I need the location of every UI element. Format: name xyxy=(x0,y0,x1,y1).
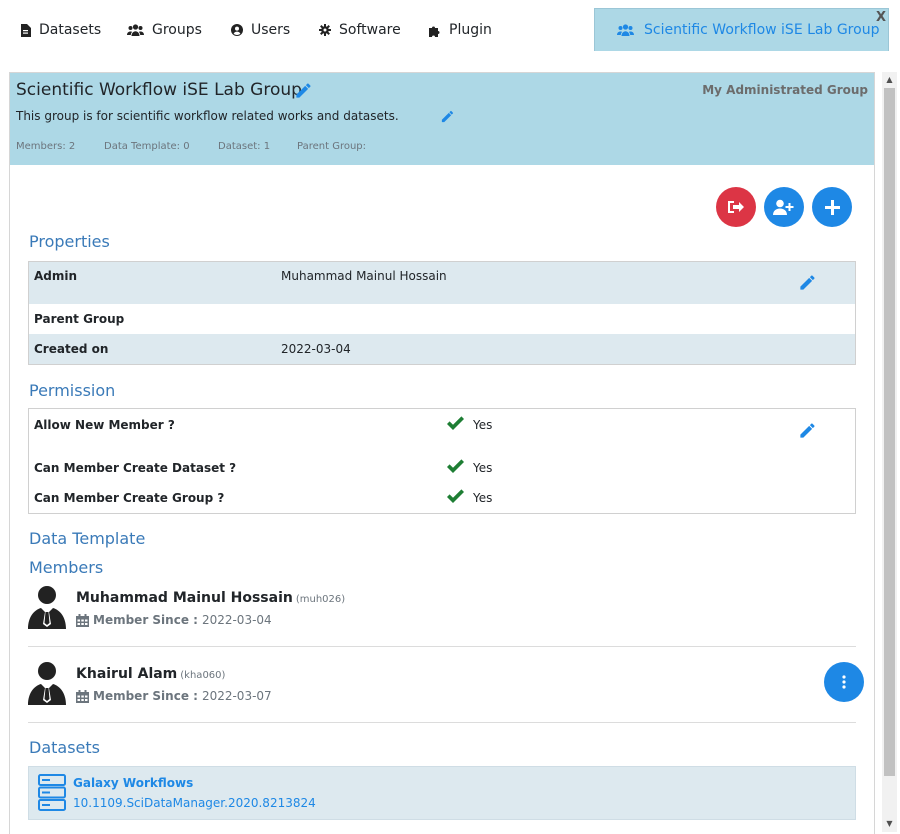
group-description: This group is for scientific workflow re… xyxy=(16,109,399,123)
stat-parent-group: Parent Group: xyxy=(297,141,367,152)
group-header: Scientific Workflow iSE Lab Group This g… xyxy=(10,73,874,165)
puzzle-icon xyxy=(429,26,440,37)
add-member-button[interactable] xyxy=(764,187,804,227)
permission-value: Yes xyxy=(473,461,493,475)
nav-label: Software xyxy=(339,22,401,38)
property-label: Created on xyxy=(34,342,109,356)
member-since-date: 2022-03-04 xyxy=(201,613,272,627)
tab-label: Scientific Workflow iSE Lab Group xyxy=(644,22,880,38)
user-plus-icon xyxy=(773,199,794,215)
pencil-icon[interactable] xyxy=(798,273,817,292)
nav-item-datasets[interactable]: Datasets xyxy=(20,20,101,40)
users-icon xyxy=(127,24,144,36)
add-button[interactable] xyxy=(812,187,852,227)
pencil-icon[interactable] xyxy=(440,109,455,124)
datasets-heading: Datasets xyxy=(29,738,100,757)
members-heading: Members xyxy=(29,558,104,577)
check-icon xyxy=(447,489,464,503)
stat-members: Members: 2 xyxy=(16,141,76,152)
ellipsis-vertical-icon xyxy=(842,675,846,689)
member-name: Khairul Alam (kha060) xyxy=(76,666,225,682)
member-username: (kha060) xyxy=(180,670,226,681)
group-title: Scientific Workflow iSE Lab Group xyxy=(16,80,302,100)
gear-icon xyxy=(319,24,331,36)
scrollbar-thumb[interactable] xyxy=(884,88,895,776)
pencil-icon[interactable] xyxy=(798,421,817,440)
table-row: Parent Group xyxy=(29,304,855,334)
table-row: Admin Muhammad Mainul Hossain xyxy=(29,262,855,304)
top-nav: Datasets Groups Users Software Plugin Sc… xyxy=(0,0,900,58)
sign-out-icon xyxy=(728,201,744,213)
dataset-title-link[interactable]: Galaxy Workflows xyxy=(73,776,193,790)
calendar-icon xyxy=(76,613,89,627)
nav-label: Users xyxy=(251,22,291,38)
property-value: Muhammad Mainul Hossain xyxy=(281,269,447,283)
member-name-text: Khairul Alam xyxy=(76,666,178,682)
database-icon xyxy=(38,774,66,811)
nav-item-groups[interactable]: Groups xyxy=(127,20,202,40)
file-icon xyxy=(21,23,31,37)
permission-value: Yes xyxy=(473,418,493,432)
member-since: Member Since : 2022-03-04 xyxy=(76,613,272,627)
user-circle-icon xyxy=(231,24,243,36)
nav-item-software[interactable]: Software xyxy=(319,20,401,40)
member-since: Member Since : 2022-03-07 xyxy=(76,689,272,703)
table-row: Can Member Create Dataset ? Yes xyxy=(29,453,855,483)
nav-item-users[interactable]: Users xyxy=(231,20,290,40)
plus-icon xyxy=(824,199,840,215)
nav-label: Plugin xyxy=(449,22,492,38)
users-icon xyxy=(617,24,634,36)
member-since-date: 2022-03-07 xyxy=(201,689,272,703)
table-row: Created on 2022-03-04 xyxy=(29,334,855,364)
stat-data-template: Data Template: 0 xyxy=(104,141,190,152)
avatar xyxy=(28,586,66,629)
check-icon xyxy=(447,416,464,430)
permission-table: Allow New Member ? Yes Can Member Create… xyxy=(28,408,856,514)
permission-label: Can Member Create Dataset ? xyxy=(34,461,237,475)
property-label: Parent Group xyxy=(34,312,125,326)
nav-label: Groups xyxy=(152,22,202,38)
nav-item-plugin[interactable]: Plugin xyxy=(428,20,492,40)
stat-dataset: Dataset: 1 xyxy=(218,141,271,152)
data-template-heading: Data Template xyxy=(29,529,146,548)
member-name-text: Muhammad Mainul Hossain xyxy=(76,590,293,606)
dataset-item[interactable]: Galaxy Workflows 10.1109.SciDataManager.… xyxy=(28,766,856,820)
permission-heading: Permission xyxy=(29,381,116,400)
member-options-button[interactable] xyxy=(824,662,864,702)
table-row: Can Member Create Group ? Yes xyxy=(29,483,855,513)
properties-table: Admin Muhammad Mainul Hossain Parent Gro… xyxy=(28,261,856,365)
permission-value: Yes xyxy=(473,491,493,505)
member-username: (muh026) xyxy=(295,594,346,605)
table-row: Allow New Member ? Yes xyxy=(29,409,855,453)
member-since-label: Member Since : xyxy=(93,613,198,627)
pencil-icon[interactable] xyxy=(294,81,313,100)
close-tab-button[interactable]: X xyxy=(876,10,886,25)
scroll-up-arrow[interactable]: ▲ xyxy=(882,72,897,86)
property-value: 2022-03-04 xyxy=(281,342,351,356)
property-label: Admin xyxy=(34,269,78,283)
permission-label: Allow New Member ? xyxy=(34,418,175,432)
avatar xyxy=(28,662,66,705)
check-icon xyxy=(447,459,464,473)
divider xyxy=(28,722,856,723)
nav-label: Datasets xyxy=(39,22,102,38)
divider xyxy=(28,646,856,647)
leave-group-button[interactable] xyxy=(716,187,756,227)
dataset-doi-link[interactable]: 10.1109.SciDataManager.2020.8213824 xyxy=(73,796,316,810)
tab-active-group[interactable]: Scientific Workflow iSE Lab Group xyxy=(594,8,889,51)
calendar-icon xyxy=(76,689,89,703)
permission-label: Can Member Create Group ? xyxy=(34,491,225,505)
member-name: Muhammad Mainul Hossain (muh026) xyxy=(76,590,345,606)
admin-badge: My Administrated Group xyxy=(702,83,868,97)
scroll-down-arrow[interactable]: ▼ xyxy=(882,816,897,830)
member-since-label: Member Since : xyxy=(93,689,198,703)
properties-heading: Properties xyxy=(29,232,110,251)
